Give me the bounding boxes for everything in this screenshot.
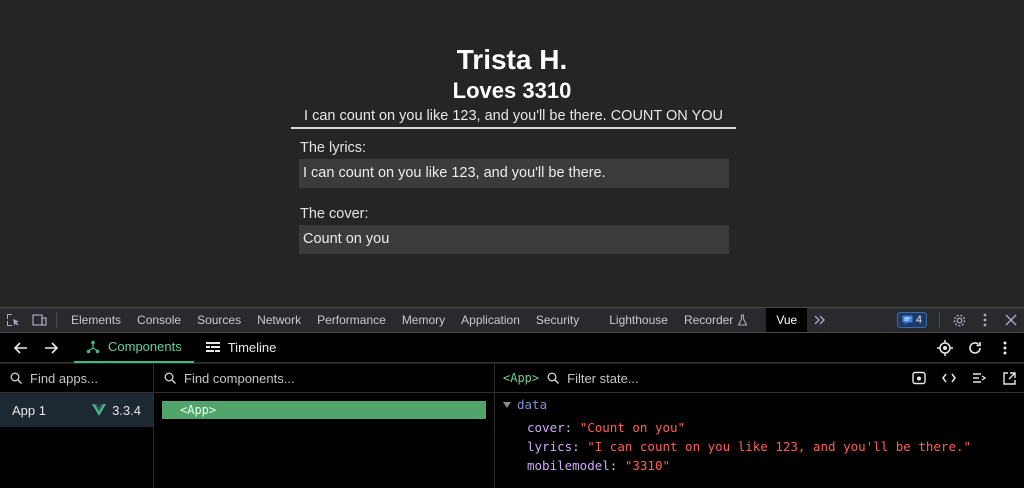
person-name: Trista H. [456, 44, 568, 75]
lyrics-label: The lyrics: [300, 140, 367, 156]
tab-separator [56, 312, 57, 328]
find-apps-input[interactable]: Find apps... [30, 371, 98, 386]
component-tree-row[interactable]: <App> [162, 401, 486, 419]
tab-recorder-label: Recorder [683, 313, 734, 327]
settings-icon[interactable] [946, 308, 972, 332]
tab-components-label: Components [108, 339, 182, 354]
state-row-lyrics[interactable]: lyrics: "I can count on you like 123, an… [495, 437, 1024, 456]
device-toggle-icon[interactable] [26, 308, 52, 332]
tab-timeline-label: Timeline [227, 340, 277, 355]
app-version: 3.3.4 [92, 403, 141, 418]
issues-count: 4 [915, 314, 922, 326]
issues-badge[interactable]: 4 [896, 312, 927, 328]
select-component-icon[interactable] [930, 333, 960, 363]
close-icon[interactable] [998, 308, 1024, 332]
lyrics-input[interactable]: I can count on you like 123, and you'll … [299, 159, 729, 188]
tab-sources[interactable]: Sources [189, 308, 249, 332]
issues-icon [902, 315, 913, 325]
tab-recorder[interactable]: Recorder [676, 308, 766, 332]
vue-logo-icon [92, 404, 107, 416]
tab-console[interactable]: Console [129, 308, 189, 332]
find-components-input[interactable]: Find components... [184, 371, 295, 386]
inspect-dom-icon[interactable] [934, 364, 964, 393]
devtools-tab-bar: Elements Console Sources Network Perform… [0, 307, 1024, 333]
vue-more-icon[interactable] [990, 333, 1020, 363]
search-icon [164, 372, 176, 384]
collapse-icon[interactable] [964, 364, 994, 393]
forward-arrow-icon[interactable] [36, 333, 66, 363]
cover-input[interactable]: Count on you [299, 225, 729, 254]
inspect-icon[interactable] [0, 308, 26, 332]
tab-memory[interactable]: Memory [394, 308, 453, 332]
state-inspector-pane: <App> Filter state... data cover: "Count… [495, 364, 1024, 488]
tab-performance[interactable]: Performance [309, 308, 394, 332]
state-value: "I can count on you like 123, and you'll… [587, 439, 972, 454]
devtools-tab-actions: 4 [896, 308, 1024, 332]
kebab-menu-icon[interactable] [972, 308, 998, 332]
state-value: "3310" [624, 458, 671, 473]
state-key: mobilemodel [527, 458, 610, 473]
tab-network[interactable]: Network [249, 308, 309, 332]
tab-lighthouse[interactable]: Lighthouse [601, 308, 676, 332]
app-list-item[interactable]: App 1 3.3.4 [0, 393, 153, 427]
search-icon [547, 372, 560, 384]
tab-elements[interactable]: Elements [63, 308, 129, 332]
cover-label: The cover: [300, 206, 369, 222]
tab-security[interactable]: Security [528, 308, 601, 332]
combined-sentence: I can count on you like 123, and you'll … [291, 108, 736, 129]
app-viewport: Trista H. Loves 3310 I can count on you … [0, 0, 1024, 307]
tab-vue[interactable]: Vue [766, 308, 808, 332]
caret-down-icon [503, 401, 511, 408]
more-tabs-icon[interactable] [807, 308, 833, 332]
state-tools [904, 364, 1024, 393]
state-value: "Count on you" [579, 420, 686, 435]
vue-toolbar-actions [930, 333, 1024, 363]
app-version-label: 3.3.4 [112, 402, 141, 418]
find-apps-search[interactable]: Find apps... [0, 364, 153, 393]
state-row-cover[interactable]: cover: "Count on you" [495, 418, 1024, 437]
scroll-to-component-icon[interactable] [904, 364, 934, 393]
data-section-toggle[interactable]: data [495, 393, 1024, 412]
data-section-label: data [517, 397, 548, 412]
back-arrow-icon[interactable] [6, 333, 36, 363]
state-key: cover [527, 420, 565, 435]
loves-heading: Loves 3310 [452, 78, 572, 103]
tab-application[interactable]: Application [453, 308, 528, 332]
apps-pane: Find apps... App 1 3.3.4 [0, 364, 154, 488]
filter-state-input[interactable]: Filter state... [567, 371, 639, 386]
search-icon [10, 372, 22, 384]
timeline-icon [205, 341, 220, 354]
component-tree-pane: Find components... <App> [154, 364, 495, 488]
filter-state-search[interactable]: <App> Filter state... [495, 364, 1024, 393]
tab-timeline[interactable]: Timeline [194, 333, 289, 363]
open-external-icon[interactable] [994, 364, 1024, 393]
tab-separator [939, 312, 940, 328]
vue-toolbar: Components Timeline [0, 333, 1024, 363]
selected-component-tag: <App> [503, 371, 540, 385]
state-key: lyrics [527, 439, 573, 454]
find-components-search[interactable]: Find components... [154, 364, 494, 393]
refresh-icon[interactable] [960, 333, 990, 363]
app-name: App 1 [12, 402, 46, 418]
components-icon [86, 340, 100, 354]
flask-icon [737, 314, 748, 326]
state-row-mobilemodel[interactable]: mobilemodel: "3310" [495, 456, 1024, 475]
tab-components[interactable]: Components [74, 333, 194, 363]
